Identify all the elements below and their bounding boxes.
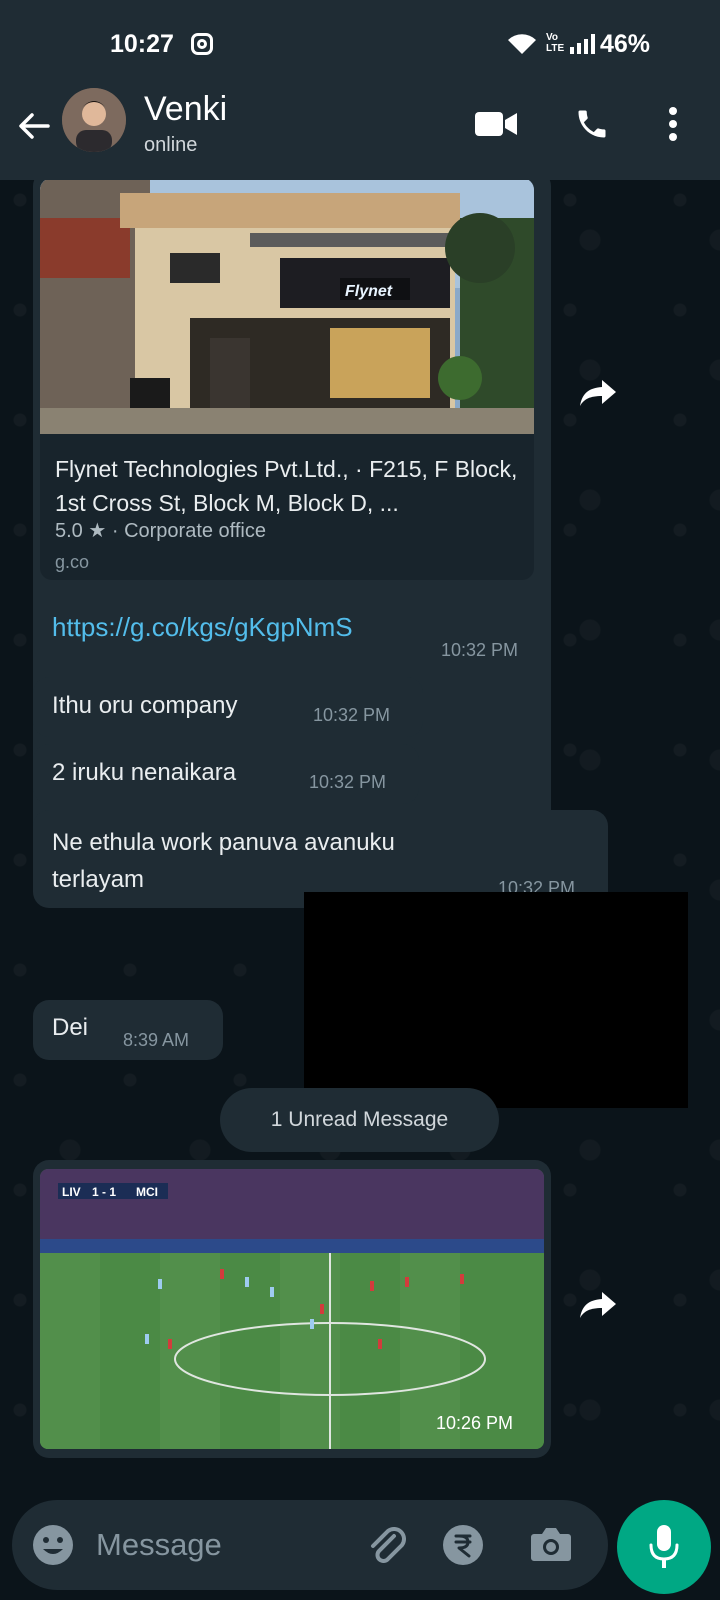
building-photo: Flynet bbox=[40, 180, 534, 434]
message-time: 10:32 PM bbox=[441, 640, 519, 660]
redacted-region bbox=[304, 892, 688, 1108]
message-text: 2 iruku nenaikara bbox=[52, 759, 237, 786]
volte-indicator: Vo LTE bbox=[546, 32, 565, 54]
link-preview-rating: 5.0 ★ · Corporate office bbox=[55, 520, 266, 542]
message-link[interactable]: https://g.co/kgs/gKgpNmS bbox=[52, 612, 353, 643]
score-home: LIV bbox=[62, 1185, 81, 1199]
emoji-icon[interactable] bbox=[32, 1524, 74, 1566]
voice-message-button[interactable] bbox=[617, 1500, 711, 1594]
rupee-payment-icon[interactable] bbox=[442, 1524, 484, 1566]
incoming-message[interactable]: 2 iruku nenaikara 10:32 PM bbox=[33, 744, 419, 804]
football-match-photo[interactable]: LIV 1 - 1 MCI bbox=[40, 1169, 544, 1449]
message-composer[interactable]: Message bbox=[12, 1500, 608, 1590]
chat-header: Venki online bbox=[0, 88, 720, 180]
message-text: Ne ethula work panuva avanuku terlayam bbox=[52, 829, 395, 893]
score-value: 1 - 1 bbox=[92, 1185, 116, 1199]
message-text: Ithu oru company bbox=[52, 692, 238, 719]
attach-icon[interactable] bbox=[364, 1522, 408, 1566]
more-options-icon[interactable] bbox=[667, 106, 679, 142]
battery-level: 46% bbox=[600, 30, 651, 58]
avatar[interactable] bbox=[62, 88, 126, 152]
contact-status: online bbox=[144, 134, 198, 156]
forward-icon[interactable] bbox=[578, 378, 618, 408]
message-time: 10:32 PM bbox=[309, 772, 387, 792]
message-time: 10:26 PM bbox=[436, 1413, 514, 1433]
status-bar: 10:27 Vo LTE 46% bbox=[0, 0, 720, 90]
camera-icon[interactable] bbox=[530, 1524, 572, 1562]
message-input[interactable]: Message bbox=[96, 1527, 222, 1563]
wifi-icon bbox=[508, 34, 536, 54]
score-away: MCI bbox=[136, 1185, 158, 1199]
message-text: Dei bbox=[52, 1014, 89, 1041]
instagram-notification-icon bbox=[191, 33, 213, 55]
link-preview-card[interactable]: Flynet Flynet Technologies Pvt.Ltd., · F… bbox=[40, 180, 534, 580]
back-arrow-icon[interactable] bbox=[14, 106, 54, 146]
incoming-message[interactable]: Dei 8:39 AM bbox=[33, 1000, 223, 1060]
voice-call-icon[interactable] bbox=[574, 106, 610, 142]
chat-area[interactable]: Flynet Flynet Technologies Pvt.Ltd., · F… bbox=[0, 180, 720, 1470]
message-time: 8:39 AM bbox=[123, 1030, 190, 1050]
incoming-message[interactable]: Ithu oru company 10:32 PM bbox=[33, 677, 423, 737]
video-call-icon[interactable] bbox=[475, 110, 517, 138]
forward-icon[interactable] bbox=[578, 1290, 618, 1320]
building-sign: Flynet bbox=[345, 283, 393, 300]
contact-name[interactable]: Venki bbox=[144, 90, 227, 129]
status-time: 10:27 bbox=[110, 30, 174, 58]
link-preview-title[interactable]: Flynet Technologies Pvt.Ltd., · F215, F … bbox=[55, 452, 525, 520]
unread-messages-divider: 1 Unread Message bbox=[220, 1088, 499, 1152]
photo-message[interactable]: LIV 1 - 1 MCI 10:26 PM bbox=[33, 1160, 551, 1458]
signal-icon bbox=[570, 34, 595, 54]
mic-icon bbox=[649, 1525, 679, 1568]
link-preview-domain: g.co bbox=[55, 552, 90, 572]
message-time: 10:32 PM bbox=[313, 705, 391, 725]
